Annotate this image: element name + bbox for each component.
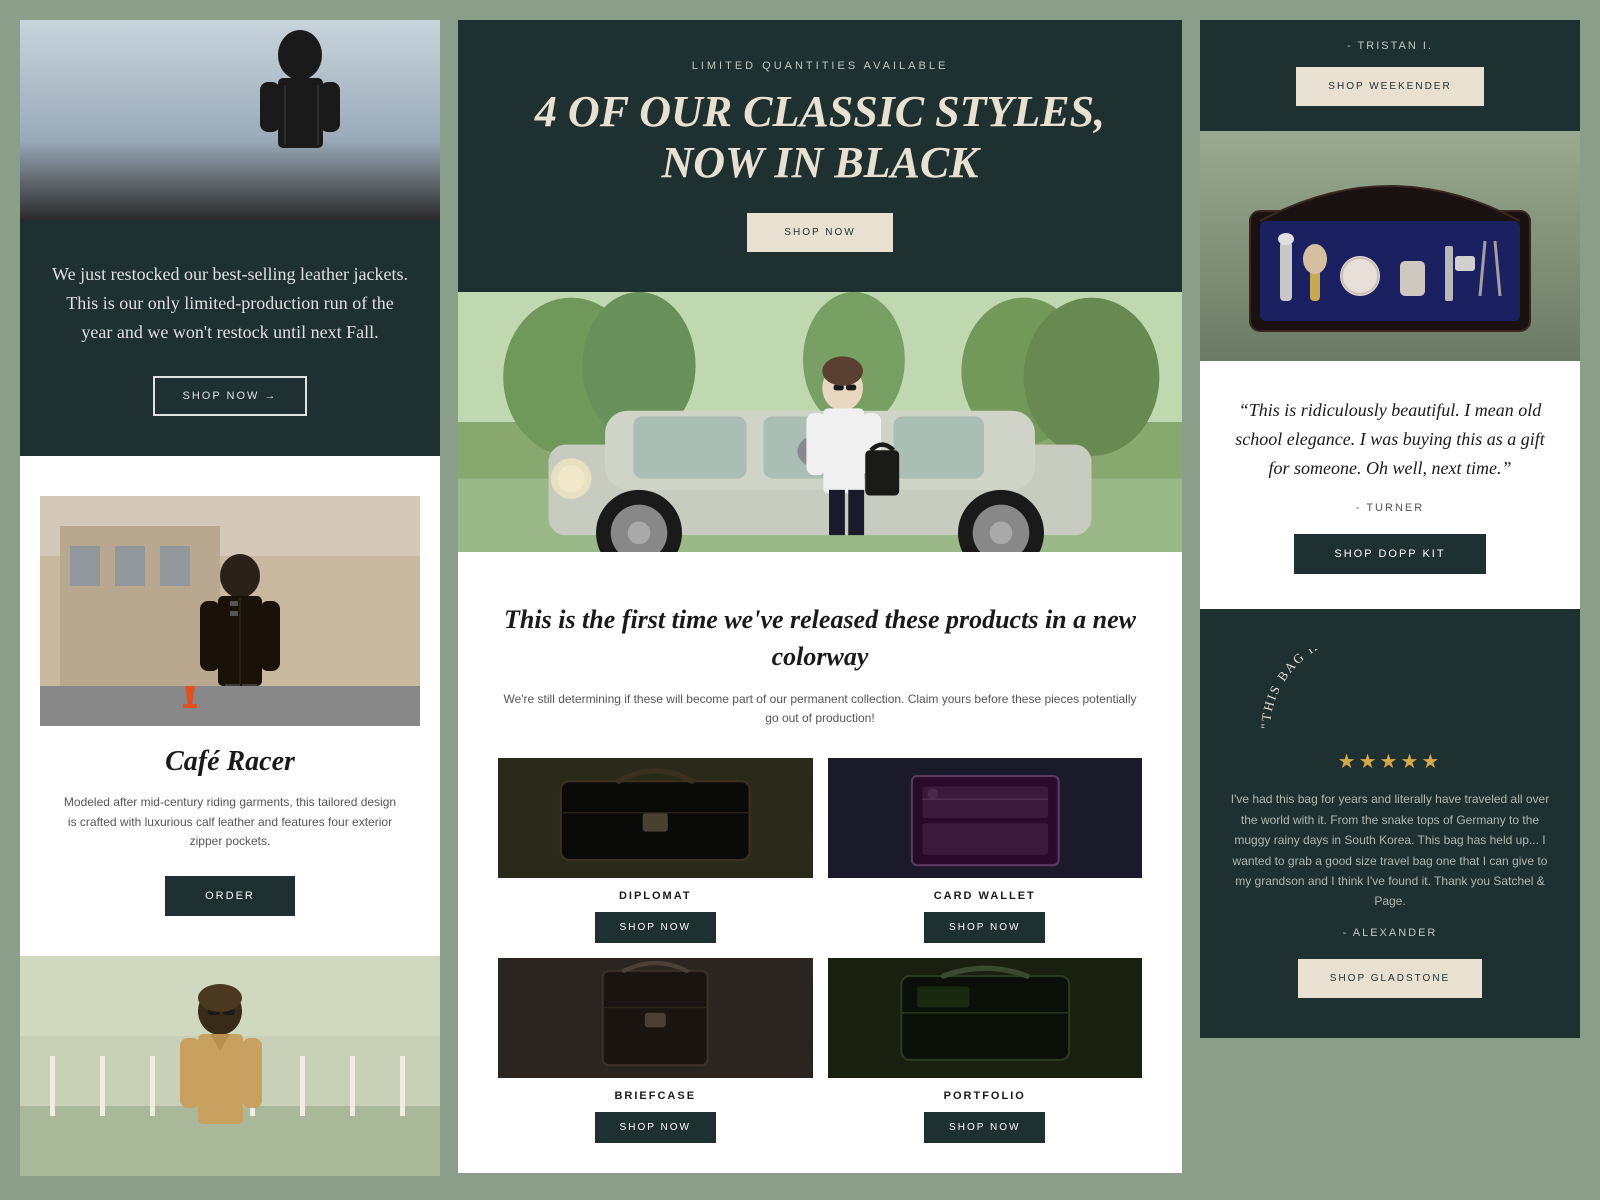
right-top-dark: - TRISTAN I. SHOP WEEKENDER [1200, 20, 1580, 131]
shop-dopp-kit-button[interactable]: SHOP DOPP KIT [1294, 534, 1485, 574]
center-shop-now-button[interactable]: SHOP NOW [747, 213, 892, 252]
cafe-racer-image [40, 496, 420, 726]
shop-gladstone-button[interactable]: SHOP GLADSTONE [1298, 959, 1482, 998]
briefcase-shop-button[interactable]: SHOP NOW [595, 1112, 716, 1143]
tristan-reviewer: - TRISTAN I. [1230, 40, 1550, 52]
products-grid: DIPLOMAT SHOP NOW [498, 758, 1142, 1143]
turner-quote: “This is ridiculously beautiful. I mean … [1230, 396, 1550, 482]
stars: ★★★★★ [1230, 749, 1550, 774]
limited-label: LIMITED QUANTITIES AVAILABLE [488, 60, 1152, 72]
briefcase-image [498, 958, 813, 1078]
diplomat-name: DIPLOMAT [498, 890, 813, 902]
diplomat-shop-button[interactable]: SHOP NOW [595, 912, 716, 943]
portfolio-image [828, 958, 1143, 1078]
center-column: LIMITED QUANTITIES AVAILABLE 4 OF OUR CL… [458, 20, 1182, 1173]
dopp-kit-image [1200, 131, 1580, 361]
cafe-racer-title: Café Racer [40, 746, 420, 778]
briefcase-card: BRIEFCASE SHOP NOW [498, 958, 813, 1143]
intro-desc: We're still determining if these will be… [498, 690, 1142, 728]
cafe-racer-section: Café Racer Modeled after mid-century rid… [20, 456, 440, 956]
briefcase-name: BRIEFCASE [498, 1090, 813, 1102]
intro-headline: This is the first time we've released th… [498, 602, 1142, 675]
center-top-dark: LIMITED QUANTITIES AVAILABLE 4 OF OUR CL… [458, 20, 1182, 292]
card-wallet-card: CARD WALLET SHOP NOW [828, 758, 1143, 943]
shop-weekender-button[interactable]: SHOP WEEKENDER [1296, 67, 1483, 106]
left-shop-now-button[interactable]: SHOP NOW → [153, 376, 308, 416]
card-wallet-image [828, 758, 1143, 878]
right-bottom-dark: "THIS BAG HAS HELD UP" ★★★★★ I've had th… [1200, 609, 1580, 1037]
left-body-text: We just restocked our best-selling leath… [50, 260, 410, 346]
svg-text:"THIS BAG HAS HELD UP": "THIS BAG HAS HELD UP" [1258, 649, 1420, 729]
diplomat-card: DIPLOMAT SHOP NOW [498, 758, 813, 943]
portfolio-shop-button[interactable]: SHOP NOW [924, 1112, 1045, 1143]
main-headline: 4 OF OUR CLASSIC STYLES, NOW IN BLACK [488, 87, 1152, 188]
order-button[interactable]: ORDER [165, 876, 295, 916]
card-wallet-name: CARD WALLET [828, 890, 1143, 902]
alexander-review: I've had this bag for years and literall… [1230, 789, 1550, 911]
cafe-racer-desc: Modeled after mid-century riding garment… [40, 793, 420, 851]
left-bottom-image [20, 956, 440, 1176]
turner-reviewer: - TURNER [1230, 502, 1550, 514]
card-wallet-shop-button[interactable]: SHOP NOW [924, 912, 1045, 943]
car-image [458, 292, 1182, 552]
portfolio-name: PORTFOLIO [828, 1090, 1143, 1102]
right-review-section: “This is ridiculously beautiful. I mean … [1200, 361, 1580, 609]
arc-text-decoration: "THIS BAG HAS HELD UP" [1230, 649, 1550, 739]
alexander-reviewer: - ALEXANDER [1230, 927, 1550, 939]
diplomat-image [498, 758, 813, 878]
left-dark-section: We just restocked our best-selling leath… [20, 220, 440, 456]
portfolio-card: PORTFOLIO SHOP NOW [828, 958, 1143, 1143]
left-hero-image [20, 20, 440, 220]
left-column: We just restocked our best-selling leath… [20, 20, 440, 1176]
center-products-section: This is the first time we've released th… [458, 552, 1182, 1173]
right-column: - TRISTAN I. SHOP WEEKENDER [1200, 20, 1580, 1038]
